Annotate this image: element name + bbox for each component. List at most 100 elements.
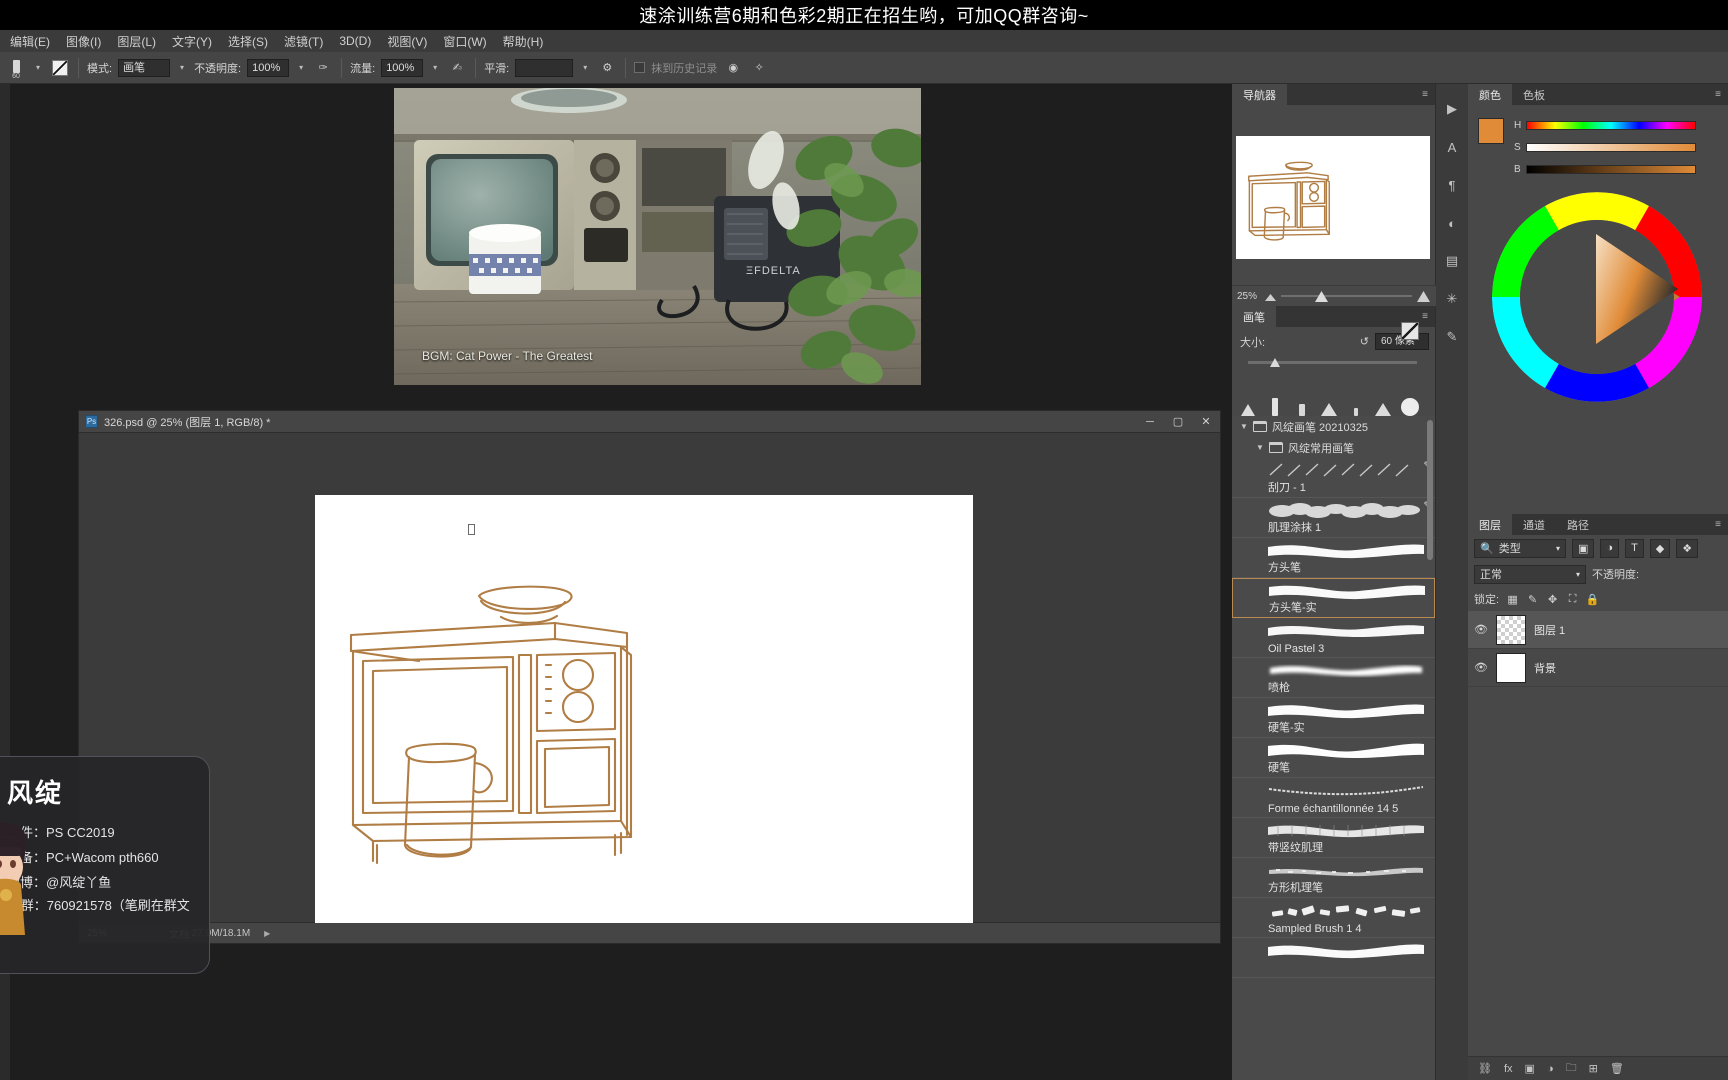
filter-kind-shape-icon[interactable]: ◆	[1649, 538, 1671, 558]
lock-position-icon[interactable]: ✥	[1546, 593, 1559, 606]
tab-color[interactable]: 颜色	[1468, 84, 1512, 105]
canvas-area[interactable]	[79, 433, 1220, 923]
menu-item-view[interactable]: 视图(V)	[379, 31, 435, 52]
color-triangle[interactable]	[1596, 234, 1678, 344]
layer-filter-type[interactable]: 🔍 类型 ▾	[1474, 538, 1566, 558]
adjustments-icon[interactable]: ◐	[1441, 212, 1463, 234]
layer-thumbnail[interactable]	[1496, 652, 1526, 683]
layer-row[interactable]: 👁 图层 1	[1468, 611, 1728, 649]
brush-preset-item[interactable]: 带竖纹肌理	[1232, 818, 1435, 858]
gear-icon[interactable]: ⚙	[597, 58, 617, 78]
brush-settings-icon[interactable]: ✎	[1441, 326, 1463, 348]
tab-navigator[interactable]: 导航器	[1232, 84, 1287, 105]
hue-slider[interactable]	[1526, 121, 1697, 130]
brush-group-root[interactable]: ▼ 风绽画笔 20210325	[1232, 416, 1435, 437]
brush-preset-item[interactable]: Forme échantillonnée 14 5	[1232, 778, 1435, 818]
brush-preset-item[interactable]: ✎ 刮刀 - 1	[1232, 458, 1435, 498]
lock-all-icon[interactable]: 🔒	[1586, 593, 1600, 606]
brush-group-child[interactable]: ▼ 风绽常用画笔	[1232, 437, 1435, 458]
character-icon[interactable]: A	[1441, 136, 1463, 158]
lock-transparent-icon[interactable]: ▦	[1506, 593, 1519, 606]
menu-item-type[interactable]: 文字(Y)	[164, 31, 220, 52]
opacity-input[interactable]: 100%	[247, 58, 290, 77]
pencil-toggle-icon[interactable]	[1401, 322, 1419, 340]
paragraph-icon[interactable]: ¶	[1441, 174, 1463, 196]
link-icon[interactable]: ⛓	[1478, 1062, 1492, 1075]
brush-size-slider[interactable]	[1242, 322, 1423, 372]
properties-icon[interactable]: ▤	[1441, 250, 1463, 272]
brush-preset-item[interactable]	[1232, 938, 1435, 978]
chevron-right-icon[interactable]: ▶	[264, 929, 270, 938]
reset-arrow-icon[interactable]: ↺	[1360, 335, 1369, 348]
flow-chevron-down-icon[interactable]: ▾	[429, 59, 441, 77]
group-icon[interactable]: 🗀	[1566, 1059, 1577, 1078]
brush-preset-item[interactable]: 硬笔-实	[1232, 698, 1435, 738]
brush-preset-item[interactable]: 硬笔	[1232, 738, 1435, 778]
panel-menu-icon[interactable]: ≡	[1708, 514, 1728, 535]
adjustment-icon[interactable]: ◑	[1547, 1063, 1554, 1075]
delete-icon[interactable]: 🗑	[1610, 1062, 1624, 1075]
mode-chevron-down-icon[interactable]: ▾	[176, 59, 188, 77]
menu-item-window[interactable]: 窗口(W)	[435, 31, 494, 52]
filter-kind-adjustment-icon[interactable]: ◑	[1600, 538, 1620, 558]
erase-to-history-checkbox[interactable]	[634, 62, 646, 73]
smoothing-input[interactable]	[515, 58, 574, 77]
pressure-opacity-icon[interactable]: ✑	[313, 58, 333, 78]
mask-icon[interactable]: ▣	[1525, 1062, 1535, 1075]
history-icon[interactable]: ▶	[1441, 98, 1463, 120]
navigator-thumbnail[interactable]	[1236, 136, 1430, 259]
large-mountain-icon[interactable]	[1417, 290, 1430, 302]
tab-brush[interactable]: 画笔	[1232, 306, 1276, 327]
minimize-icon[interactable]: ─	[1136, 411, 1164, 432]
chevron-down-icon[interactable]: ▼	[1256, 443, 1264, 452]
panel-menu-icon[interactable]: ≡	[1708, 84, 1728, 105]
menu-item-image[interactable]: 图像(I)	[58, 31, 109, 52]
flow-input[interactable]: 100%	[381, 58, 424, 77]
layer-name[interactable]: 图层 1	[1534, 622, 1565, 638]
pressure-size-icon[interactable]: ◉	[723, 58, 743, 78]
eye-icon[interactable]: 👁	[1474, 661, 1488, 674]
brush-list-scrollbar[interactable]	[1427, 420, 1433, 560]
layer-name[interactable]: 背景	[1534, 660, 1556, 676]
lock-pixels-icon[interactable]: ✎	[1526, 593, 1539, 606]
blend-mode-select[interactable]: 正常 ▾	[1474, 564, 1586, 584]
close-icon[interactable]: ✕	[1192, 411, 1220, 432]
mode-select[interactable]: 画笔	[118, 58, 171, 77]
filter-kind-smart-icon[interactable]: ❖	[1676, 538, 1699, 558]
brush-size-knob[interactable]	[1270, 358, 1280, 367]
airbrush-icon[interactable]: ✍	[447, 58, 467, 78]
brush-preset-item-selected[interactable]: 方头笔-实	[1232, 578, 1435, 618]
navigator-zoom-knob[interactable]	[1315, 290, 1329, 302]
actions-icon[interactable]: ✳	[1441, 288, 1463, 310]
tab-swatches[interactable]: 色板	[1512, 84, 1556, 105]
symmetry-icon[interactable]: ✧	[749, 58, 769, 78]
brush-preset-item[interactable]: 方形机理笔	[1232, 858, 1435, 898]
chevron-down-icon[interactable]: ▾	[1556, 544, 1560, 553]
maximize-icon[interactable]: ▢	[1164, 411, 1192, 432]
brush-preset-item[interactable]: ✎ 肌理涂抹 1	[1232, 498, 1435, 538]
filter-kind-image-icon[interactable]: ▣	[1572, 538, 1595, 558]
smoothing-chevron-down-icon[interactable]: ▾	[579, 59, 591, 77]
menu-item-3d[interactable]: 3D(D)	[331, 32, 379, 50]
menu-item-select[interactable]: 选择(S)	[220, 31, 276, 52]
brush-preset-item[interactable]: Sampled Brush 1 4	[1232, 898, 1435, 938]
layer-thumbnail[interactable]	[1496, 614, 1526, 645]
chevron-down-icon[interactable]: ▾	[1576, 570, 1580, 579]
brush-preset-preview[interactable]: 60	[6, 55, 26, 80]
fx-icon[interactable]: fx	[1504, 1063, 1513, 1075]
brush-preset-item[interactable]: 方头笔	[1232, 538, 1435, 578]
opacity-chevron-down-icon[interactable]: ▾	[295, 59, 307, 77]
menu-item-help[interactable]: 帮助(H)	[495, 31, 552, 52]
brush-preset-item[interactable]: 喷枪	[1232, 658, 1435, 698]
brush-preset-item[interactable]: Oil Pastel 3	[1232, 618, 1435, 658]
layer-row[interactable]: 👁 背景	[1468, 649, 1728, 687]
new-layer-icon[interactable]: ⊞	[1589, 1062, 1598, 1075]
lock-artboard-icon[interactable]: ⛶	[1566, 593, 1579, 606]
tab-channels[interactable]: 通道	[1512, 514, 1556, 535]
brush-preset-list[interactable]: ▼ 风绽画笔 20210325 ▼ 风绽常用画笔 ✎	[1232, 416, 1435, 1080]
navigator-zoom-value[interactable]: 25%	[1237, 291, 1257, 302]
menu-item-edit[interactable]: 编辑(E)	[2, 31, 58, 52]
canvas[interactable]	[315, 495, 973, 923]
panel-menu-icon[interactable]: ≡	[1415, 84, 1435, 105]
navigator-zoom-slider[interactable]	[1263, 289, 1430, 303]
